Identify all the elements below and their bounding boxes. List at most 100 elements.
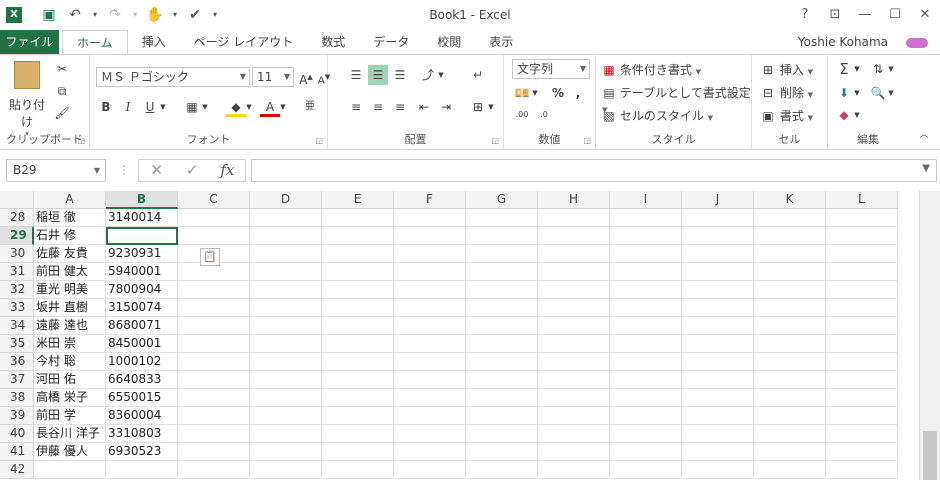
cell-k28[interactable] (754, 209, 826, 227)
orientation-dropdown-icon[interactable]: ▼ (436, 65, 446, 85)
cell-l31[interactable] (826, 263, 898, 281)
font-color-dropdown-icon[interactable]: ▼ (278, 97, 288, 117)
cell-h34[interactable] (538, 317, 610, 335)
cell-l35[interactable] (826, 335, 898, 353)
cell-b30[interactable]: 9230931 (106, 245, 178, 263)
cell-f40[interactable] (394, 425, 466, 443)
column-header-k[interactable]: K (754, 191, 826, 209)
cell-l40[interactable] (826, 425, 898, 443)
cell-g40[interactable] (466, 425, 538, 443)
currency-dropdown-icon[interactable]: ▼ (530, 83, 540, 103)
cell-k40[interactable] (754, 425, 826, 443)
cell-a31[interactable]: 前田 健太 (34, 263, 106, 281)
cell-j41[interactable] (682, 443, 754, 461)
cancel-icon[interactable]: ✕ (139, 160, 174, 181)
align-right-icon[interactable]: ≡ (390, 97, 410, 117)
cell-k32[interactable] (754, 281, 826, 299)
cell-j40[interactable] (682, 425, 754, 443)
copy-icon[interactable]: ⧉ (52, 81, 72, 101)
minimize-button[interactable]: — (850, 4, 880, 26)
undo-dropdown-icon[interactable]: ▾ (90, 5, 100, 25)
cell-l36[interactable] (826, 353, 898, 371)
fill-dropdown-icon[interactable]: ▼ (244, 97, 254, 117)
fill-dropdown-icon[interactable]: ▼ (852, 83, 862, 103)
cell-d39[interactable] (250, 407, 322, 425)
cell-j30[interactable] (682, 245, 754, 263)
cell-f41[interactable] (394, 443, 466, 461)
orientation-icon[interactable]: ⤴ (418, 65, 438, 85)
cell-f42[interactable] (394, 461, 466, 479)
cell-i38[interactable] (610, 389, 682, 407)
cell-a29[interactable]: 石井 修 (34, 227, 106, 245)
cell-g28[interactable] (466, 209, 538, 227)
cell-b39[interactable]: 8360004 (106, 407, 178, 425)
name-box[interactable]: B29 ▼ (6, 159, 106, 182)
cell-k29[interactable] (754, 227, 826, 245)
row-header[interactable]: 34 (0, 317, 34, 335)
font-launcher-icon[interactable]: ◲ (315, 136, 323, 145)
cell-l32[interactable] (826, 281, 898, 299)
cell-g30[interactable] (466, 245, 538, 263)
cell-c40[interactable] (178, 425, 250, 443)
cell-d33[interactable] (250, 299, 322, 317)
align-center-icon[interactable]: ≡ (368, 97, 388, 117)
cell-i34[interactable] (610, 317, 682, 335)
tab-view[interactable]: 表示 (475, 30, 527, 54)
cell-i31[interactable] (610, 263, 682, 281)
cell-d31[interactable] (250, 263, 322, 281)
cell-i41[interactable] (610, 443, 682, 461)
cell-b37[interactable]: 6640833 (106, 371, 178, 389)
cell-b33[interactable]: 3150074 (106, 299, 178, 317)
spellcheck-icon[interactable]: ✔ (184, 5, 206, 25)
cell-g34[interactable] (466, 317, 538, 335)
cell-a34[interactable]: 遠藤 達也 (34, 317, 106, 335)
paste-button[interactable]: 貼り付け ▾ (6, 61, 48, 138)
cell-c29[interactable] (178, 227, 250, 245)
insert-cells-button[interactable]: ⊞ 挿入 ▼ (760, 61, 813, 78)
row-header[interactable]: 40 (0, 425, 34, 443)
cell-h42[interactable] (538, 461, 610, 479)
cell-f37[interactable] (394, 371, 466, 389)
cell-f32[interactable] (394, 281, 466, 299)
cell-b41[interactable]: 6930523 (106, 443, 178, 461)
cell-i40[interactable] (610, 425, 682, 443)
column-header-b[interactable]: B (106, 191, 178, 209)
row-header[interactable]: 38 (0, 389, 34, 407)
column-header-i[interactable]: I (610, 191, 682, 209)
formula-bar-grip-icon[interactable]: ⋮ (118, 163, 130, 177)
align-middle-icon[interactable]: ☰ (368, 65, 388, 85)
wrap-text-icon[interactable]: ↵ (468, 65, 488, 85)
cell-g29[interactable] (466, 227, 538, 245)
cell-k42[interactable] (754, 461, 826, 479)
row-header[interactable]: 28 (0, 209, 34, 227)
cell-c38[interactable] (178, 389, 250, 407)
cell-l28[interactable] (826, 209, 898, 227)
cell-d35[interactable] (250, 335, 322, 353)
maximize-button[interactable]: ☐ (880, 4, 910, 26)
clear-dropdown-icon[interactable]: ▼ (852, 105, 862, 125)
close-button[interactable]: ✕ (910, 4, 940, 26)
row-header[interactable]: 39 (0, 407, 34, 425)
format-cells-button[interactable]: ▣ 書式 ▼ (760, 107, 813, 124)
cell-l41[interactable] (826, 443, 898, 461)
cell-f34[interactable] (394, 317, 466, 335)
underline-button[interactable]: U (140, 97, 160, 117)
cell-f33[interactable] (394, 299, 466, 317)
cell-h41[interactable] (538, 443, 610, 461)
cell-k35[interactable] (754, 335, 826, 353)
cell-f29[interactable] (394, 227, 466, 245)
tab-home[interactable]: ホーム (62, 30, 128, 55)
cell-a35[interactable]: 米田 崇 (34, 335, 106, 353)
cell-j34[interactable] (682, 317, 754, 335)
grow-font-icon[interactable]: A▲ (296, 67, 316, 87)
find-select-icon[interactable]: 🔍 (868, 83, 888, 103)
redo-icon[interactable]: ↷ (104, 5, 126, 25)
column-header-c[interactable]: C (178, 191, 250, 209)
user-avatar-icon[interactable] (906, 38, 928, 48)
tab-review[interactable]: 校閲 (423, 30, 475, 54)
cell-j29[interactable] (682, 227, 754, 245)
cell-k39[interactable] (754, 407, 826, 425)
cell-e42[interactable] (322, 461, 394, 479)
cell-k30[interactable] (754, 245, 826, 263)
cell-b35[interactable]: 8450001 (106, 335, 178, 353)
